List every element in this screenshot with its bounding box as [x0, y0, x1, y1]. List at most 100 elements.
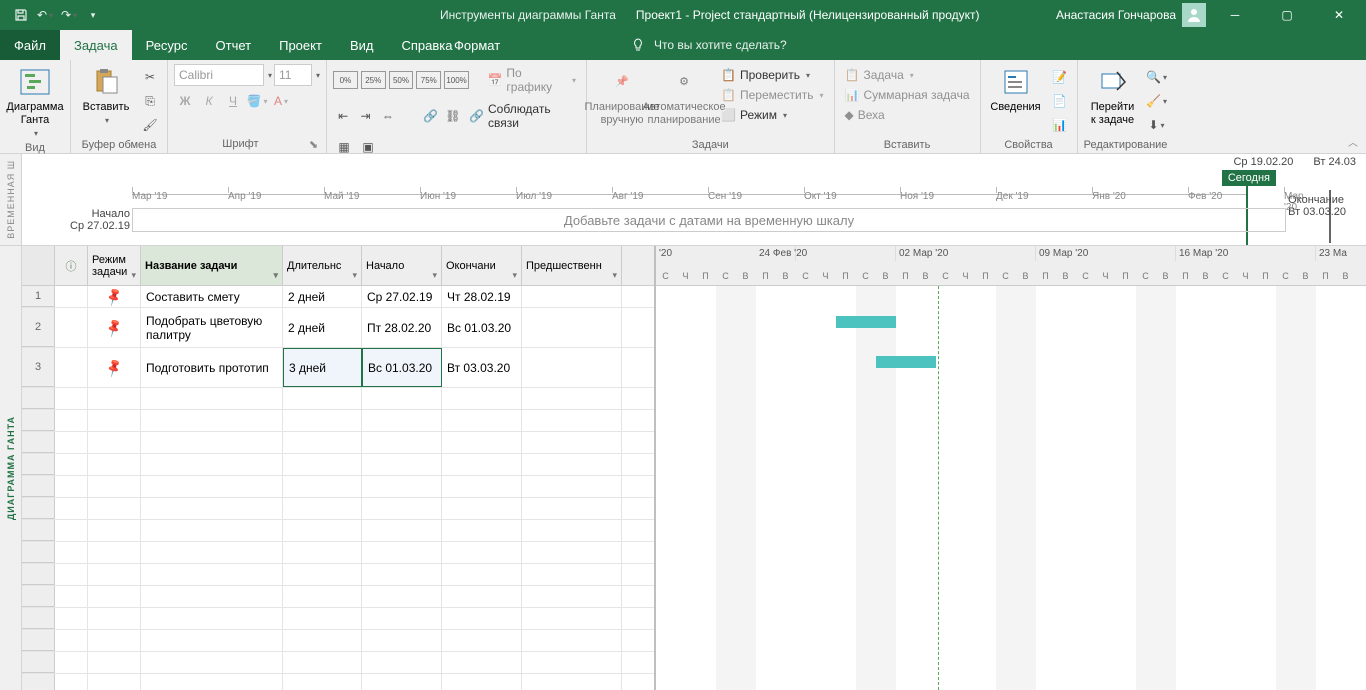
cell-mode[interactable]: 📌: [88, 348, 141, 387]
respect-links-button[interactable]: 🔗Соблюдать связи: [465, 100, 580, 132]
table-row[interactable]: 1 📌Составить смету2 днейСр 27.02.19Чт 28.…: [22, 286, 654, 308]
table-row-empty[interactable]: [22, 542, 654, 564]
col-start[interactable]: Начало▾: [362, 246, 442, 285]
col-end[interactable]: Окончани▾: [442, 246, 522, 285]
col-name[interactable]: Название задачи▾: [141, 246, 283, 285]
cut-icon[interactable]: ✂: [139, 66, 161, 88]
table-row-empty[interactable]: [22, 608, 654, 630]
tab-task[interactable]: Задача: [60, 30, 132, 60]
tab-project[interactable]: Проект: [265, 30, 336, 60]
pct-100-button[interactable]: 100%: [444, 71, 469, 89]
pct-75-button[interactable]: 75%: [416, 71, 441, 89]
row-number[interactable]: 1: [22, 286, 55, 307]
scroll-to-task-button[interactable]: Перейти к задаче: [1084, 64, 1142, 127]
cell-pred[interactable]: [522, 308, 622, 347]
tell-me-search[interactable]: Что вы хотите сделать?: [630, 30, 787, 60]
col-duration[interactable]: Длительнс▾: [283, 246, 362, 285]
link-icon[interactable]: 🔗: [420, 105, 440, 127]
col-info[interactable]: ⓘ: [55, 246, 88, 285]
timeline-body[interactable]: Ср 19.02.20 Вт 24.03 Сегодня Начало Ср 2…: [22, 154, 1366, 245]
avatar[interactable]: [1182, 3, 1206, 27]
dialog-launcher-icon[interactable]: ⬊: [307, 138, 320, 151]
minimize-button[interactable]: ─: [1212, 0, 1258, 30]
tab-report[interactable]: Отчет: [202, 30, 266, 60]
table-row-empty[interactable]: [22, 586, 654, 608]
cell-pred[interactable]: [522, 348, 622, 387]
table-row-empty[interactable]: [22, 520, 654, 542]
tab-format[interactable]: Формат: [440, 30, 514, 60]
undo-icon[interactable]: ↶▾: [34, 4, 56, 26]
gantt-chart-button[interactable]: Диаграмма Ганта▾: [6, 64, 64, 140]
gantt-bar[interactable]: [876, 356, 936, 368]
table-row-empty[interactable]: [22, 410, 654, 432]
cell-start[interactable]: Вс 01.03.20: [362, 348, 442, 387]
table-row[interactable]: 2 📌Подобрать цветовую палитру2 днейПт 28.…: [22, 308, 654, 348]
timeline-track[interactable]: Добавьте задачи с датами на временную шк…: [132, 208, 1286, 232]
close-button[interactable]: ✕: [1316, 0, 1362, 30]
cell-start[interactable]: Ср 27.02.19: [362, 286, 442, 307]
cell-mode[interactable]: 📌: [88, 308, 141, 347]
cell-duration[interactable]: 3 дней: [283, 348, 362, 387]
font-name-input[interactable]: [174, 64, 264, 86]
tab-file[interactable]: Файл: [0, 30, 60, 60]
fill-icon[interactable]: ⬇▾: [1146, 114, 1168, 136]
pct-25-button[interactable]: 25%: [361, 71, 386, 89]
col-rownum[interactable]: [22, 246, 55, 285]
chevron-down-icon[interactable]: ▾: [316, 71, 320, 80]
cell-info[interactable]: [55, 286, 88, 307]
cell-duration[interactable]: 2 дней: [283, 286, 362, 307]
table-row-empty[interactable]: [22, 652, 654, 674]
format-painter-icon[interactable]: 🖌: [139, 114, 161, 136]
cell-info[interactable]: [55, 348, 88, 387]
mode-button[interactable]: ⬜Режим▾: [717, 106, 828, 124]
table-row-empty[interactable]: [22, 498, 654, 520]
cell-name[interactable]: Составить смету: [141, 286, 283, 307]
notes-icon[interactable]: 📝: [1049, 66, 1071, 88]
table-row-empty[interactable]: [22, 630, 654, 652]
cell-name[interactable]: Подобрать цветовую палитру: [141, 308, 283, 347]
table-row-empty[interactable]: [22, 564, 654, 586]
maximize-button[interactable]: ▢: [1264, 0, 1310, 30]
redo-icon[interactable]: ↷▾: [58, 4, 80, 26]
cell-end[interactable]: Вс 01.03.20: [442, 308, 522, 347]
cell-end[interactable]: Вт 03.03.20: [442, 348, 522, 387]
table-row-empty[interactable]: [22, 674, 654, 690]
cell-mode[interactable]: 📌: [88, 286, 141, 307]
cell-pred[interactable]: [522, 286, 622, 307]
cell-info[interactable]: [55, 308, 88, 347]
table-row-empty[interactable]: [22, 388, 654, 410]
col-predecessors[interactable]: Предшественн▾: [522, 246, 622, 285]
row-number[interactable]: 2: [22, 308, 55, 347]
table-row-empty[interactable]: [22, 454, 654, 476]
tab-resource[interactable]: Ресурс: [132, 30, 202, 60]
ribbon-collapse-icon[interactable]: ︿: [1348, 134, 1358, 149]
table-row-empty[interactable]: [22, 432, 654, 454]
col-mode[interactable]: Режим задачи▾: [88, 246, 141, 285]
font-size-input[interactable]: [274, 64, 312, 86]
table-row[interactable]: 3 📌Подготовить прототип3 днейВс 01.03.20В…: [22, 348, 654, 388]
copy-icon[interactable]: ⎘: [139, 90, 161, 112]
cell-duration[interactable]: 2 дней: [283, 308, 362, 347]
find-icon[interactable]: 🔍▾: [1146, 66, 1168, 88]
gantt-chart[interactable]: '2024 Фев '2002 Мар '2009 Мар '2016 Мар …: [656, 246, 1366, 690]
clear-icon[interactable]: 🧹▾: [1146, 90, 1168, 112]
timeline-add-icon[interactable]: 📊: [1049, 114, 1071, 136]
qat-customize-icon[interactable]: ▾: [82, 4, 104, 26]
pct-50-button[interactable]: 50%: [389, 71, 414, 89]
paste-button[interactable]: Вставить▾: [77, 64, 135, 127]
details-icon[interactable]: 📄: [1049, 90, 1071, 112]
indent-icon[interactable]: ⇥: [355, 105, 375, 127]
inspect-button[interactable]: 📋Проверить▾: [717, 66, 828, 84]
chevron-down-icon[interactable]: ▾: [268, 71, 272, 80]
cell-end[interactable]: Чт 28.02.19: [442, 286, 522, 307]
pct-0-button[interactable]: 0%: [333, 71, 358, 89]
outdent-icon[interactable]: ⇤: [333, 105, 353, 127]
cell-start[interactable]: Пт 28.02.20: [362, 308, 442, 347]
row-number[interactable]: 3: [22, 348, 55, 387]
table-row-empty[interactable]: [22, 476, 654, 498]
split-icon[interactable]: ⇔: [378, 105, 398, 127]
gantt-bar[interactable]: [836, 316, 896, 328]
cell-name[interactable]: Подготовить прототип: [141, 348, 283, 387]
save-icon[interactable]: [10, 4, 32, 26]
unlink-icon[interactable]: ⛓: [443, 105, 463, 127]
